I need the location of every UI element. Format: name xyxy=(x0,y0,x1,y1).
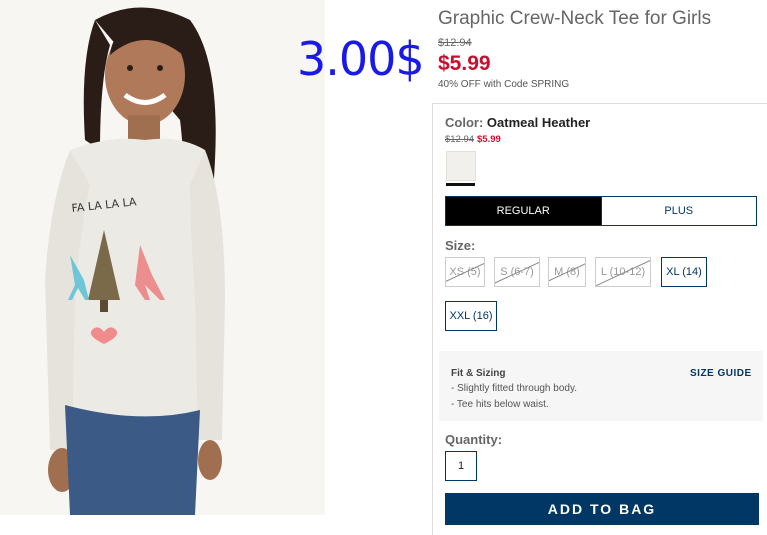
girl-in-tee-illustration: FA LA LA LA xyxy=(0,0,325,515)
color-name: Oatmeal Heather xyxy=(486,115,591,130)
size-option-xs[interactable]: XS (5) xyxy=(445,257,485,287)
fit-sizing-title: Fit & Sizing xyxy=(451,368,506,379)
fit-detail-item: - Slightly fitted through body. xyxy=(451,383,577,394)
color-original-price: $12.94 xyxy=(445,134,475,145)
color-label-text: Color: xyxy=(445,115,484,130)
fit-toggle: REGULAR PLUS xyxy=(445,196,757,226)
promo-text: 40% OFF with Code SPRING xyxy=(438,79,570,90)
add-to-bag-button[interactable]: ADD TO BAG xyxy=(445,493,759,525)
size-label: Size: xyxy=(445,238,476,253)
plus-fit-tab[interactable]: PLUS xyxy=(600,197,756,225)
size-option-l[interactable]: L (10-12) xyxy=(595,257,651,287)
sale-price: $5.99 xyxy=(438,52,491,75)
quantity-label: Quantity: xyxy=(445,432,503,447)
swatch-selected-indicator xyxy=(446,183,475,186)
size-option-m[interactable]: M (8) xyxy=(548,257,586,287)
size-guide-link[interactable]: SIZE GUIDE xyxy=(690,368,752,379)
color-label: Color: Oatmeal Heather xyxy=(445,115,590,130)
product-image[interactable]: FA LA LA LA xyxy=(0,0,325,515)
original-price: $12.94 xyxy=(438,37,472,49)
size-option-xxl[interactable]: XXL (16) xyxy=(445,301,497,331)
color-swatch-oatmeal-heather[interactable] xyxy=(446,151,476,181)
quantity-input[interactable]: 1 xyxy=(445,451,477,481)
fit-detail-item: - Tee hits below waist. xyxy=(451,399,549,410)
color-sale-price: $5.99 xyxy=(477,134,501,145)
size-option-s[interactable]: S (6-7) xyxy=(494,257,540,287)
size-option-xl[interactable]: XL (14) xyxy=(661,257,707,287)
overlay-price-text: 3.00$ xyxy=(297,32,425,86)
regular-fit-tab[interactable]: REGULAR xyxy=(446,197,601,225)
product-title: Graphic Crew-Neck Tee for Girls xyxy=(438,8,712,29)
